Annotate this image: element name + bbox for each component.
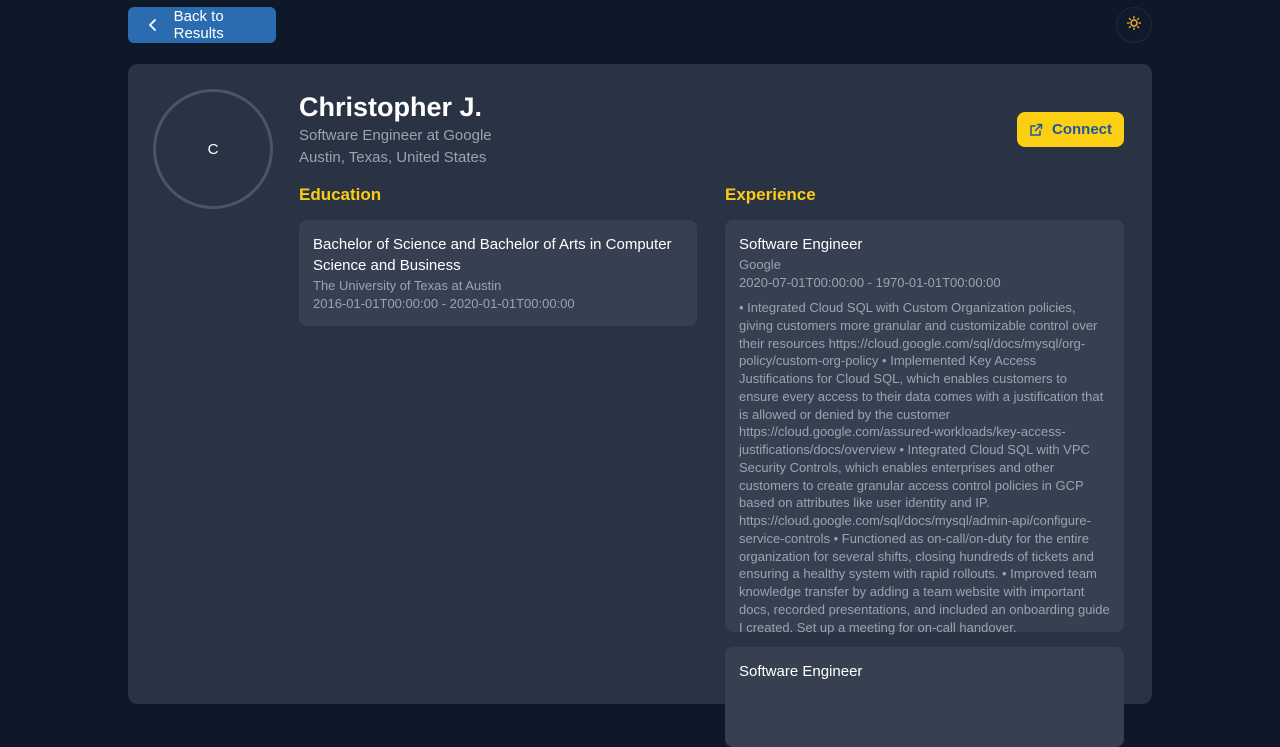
experience-heading: Experience bbox=[725, 185, 816, 204]
profile-location: Austin, Texas, United States bbox=[299, 149, 487, 166]
profile-name: Christopher J. bbox=[299, 92, 483, 122]
experience-role: Software Engineer bbox=[739, 236, 863, 253]
avatar: C bbox=[153, 89, 273, 209]
connect-button-label: Connect bbox=[1052, 121, 1112, 138]
experience-item: Software Engineer Google 2020-07-01T00:0… bbox=[725, 220, 1124, 635]
education-dates: 2016-01-01T00:00:00 - 2020-01-01T00:00:0… bbox=[313, 296, 575, 311]
theme-toggle-button[interactable] bbox=[1116, 7, 1152, 43]
experience-company: Google bbox=[739, 257, 781, 272]
experience-dates: 2020-07-01T00:00:00 - 1970-01-01T00:00:0… bbox=[739, 275, 1001, 290]
back-to-results-button[interactable]: Back to Results bbox=[128, 7, 276, 43]
experience-item: Software Engineer bbox=[725, 647, 1124, 747]
chevron-left-icon bbox=[144, 16, 162, 34]
education-item: Bachelor of Science and Bachelor of Arts… bbox=[299, 220, 697, 326]
experience-role: Software Engineer bbox=[739, 663, 863, 680]
experience-description: • Integrated Cloud SQL with Custom Organ… bbox=[739, 300, 1110, 635]
avatar-initial: C bbox=[207, 140, 219, 158]
education-school: The University of Texas at Austin bbox=[313, 278, 502, 293]
back-button-label: Back to Results bbox=[173, 8, 224, 42]
education-heading: Education bbox=[299, 185, 382, 204]
external-link-icon bbox=[1029, 122, 1045, 138]
connect-button[interactable]: Connect bbox=[1017, 112, 1124, 147]
profile-headline: Software Engineer at Google bbox=[299, 127, 492, 144]
education-degree: Bachelor of Science and Bachelor of Arts… bbox=[313, 236, 672, 274]
profile-card: C Christopher J. Software Engineer at Go… bbox=[128, 64, 1152, 747]
top-bar: Back to Results bbox=[128, 7, 1152, 43]
sun-icon bbox=[1126, 15, 1142, 35]
